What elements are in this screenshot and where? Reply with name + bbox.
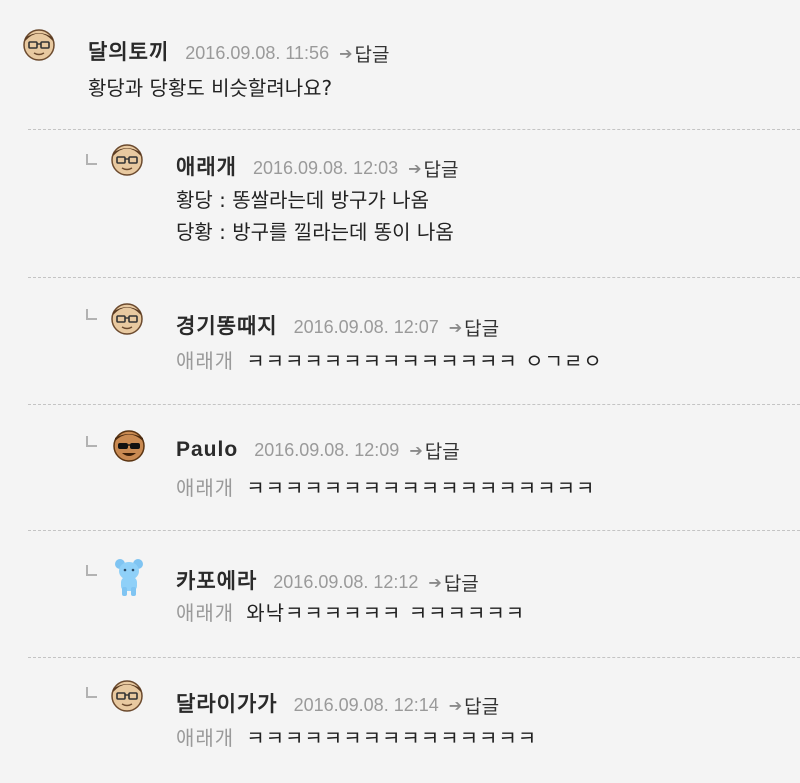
reply-arrow-icon: ➔: [408, 159, 422, 178]
reply-label: 답글: [443, 573, 479, 595]
reply-button[interactable]: ➔ 답글: [409, 437, 459, 464]
mention[interactable]: 애래개: [176, 476, 234, 500]
comment-author[interactable]: 경기똥때지: [176, 310, 278, 340]
reply-button[interactable]: ➔ 답글: [339, 40, 389, 67]
reply-indent-icon: [86, 687, 97, 698]
reply-label: 답글: [423, 159, 459, 181]
comment-author[interactable]: 달의토끼: [88, 36, 169, 66]
glasses-face-icon[interactable]: [110, 302, 144, 336]
reply-arrow-icon: ➔: [409, 441, 423, 460]
comment-header: Paulo 2016.09.08. 12:09 ➔ 답글: [176, 437, 460, 464]
reply-button[interactable]: ➔ 답글: [449, 314, 499, 341]
divider: [28, 404, 800, 405]
reply-arrow-icon: ➔: [339, 44, 353, 63]
comment-timestamp: 2016.09.08. 12:12: [273, 572, 419, 592]
reply-indent-icon: [86, 309, 97, 320]
comment-body: 애래개 ㅋㅋㅋㅋㅋㅋㅋㅋㅋㅋㅋㅋㅋㅋㅋㅋㅋㅋ: [176, 472, 595, 504]
comment-line: 당황 : 방구를 낄라는데 똥이 나옴: [176, 220, 454, 244]
comment-author[interactable]: 달라이가가: [176, 688, 278, 718]
comment-author[interactable]: 카포에라: [176, 565, 257, 595]
glasses-face-icon[interactable]: [110, 679, 144, 713]
comment-text: ㅋㅋㅋㅋㅋㅋㅋㅋㅋㅋㅋㅋㅋㅋㅋㅋㅋㅋ: [246, 476, 596, 500]
comment-text: ㅋㅋㅋㅋㅋㅋㅋㅋㅋㅋㅋㅋㅋㅋㅋ: [246, 726, 538, 750]
comment-body: 애래개 ㅋㅋㅋㅋㅋㅋㅋㅋㅋㅋㅋㅋㅋㅋㅋ: [176, 722, 537, 754]
divider: [28, 129, 800, 130]
comment-body: 애래개 ㅋㅋㅋㅋㅋㅋㅋㅋㅋㅋㅋㅋㅋㅋ ㅇㄱㄹㅇ: [176, 345, 603, 377]
reply-indent-icon: [86, 436, 97, 447]
comment-header: 애래개 2016.09.08. 12:03 ➔ 답글: [176, 151, 458, 182]
reply-indent-icon: [86, 154, 97, 165]
comment-body: 황당 : 똥쌀라는데 방구가 나옴 당황 : 방구를 낄라는데 똥이 나옴: [176, 184, 454, 248]
reply-arrow-icon: ➔: [428, 573, 442, 592]
comment-body: 황당과 당황도 비슷할려나요?: [88, 72, 332, 104]
comment-author[interactable]: Paulo: [176, 438, 238, 462]
divider: [28, 657, 800, 658]
reply-indent-icon: [86, 565, 97, 576]
comment-thread: 달의토끼 2016.09.08. 11:56 ➔ 답글 황당과 당황도 비슷할려나…: [0, 0, 800, 783]
comment-header: 달의토끼 2016.09.08. 11:56 ➔ 답글: [88, 36, 389, 67]
comment-line: 황당 : 똥쌀라는데 방구가 나옴: [176, 188, 429, 212]
divider: [28, 530, 800, 531]
mention[interactable]: 애래개: [176, 349, 234, 373]
comment-timestamp: 2016.09.08. 12:14: [293, 695, 439, 715]
sunglasses-face-icon[interactable]: [112, 429, 146, 463]
mention[interactable]: 애래개: [176, 601, 234, 625]
comment-timestamp: 2016.09.08. 11:56: [185, 43, 330, 63]
glasses-face-icon[interactable]: [110, 143, 144, 177]
blue-bear-icon[interactable]: [114, 557, 144, 597]
comment-text: 와낙ㅋㅋㅋㅋㅋㅋ ㅋㅋㅋㅋㅋㅋ: [246, 601, 526, 625]
comment-author[interactable]: 애래개: [176, 151, 237, 181]
reply-label: 답글: [424, 441, 460, 463]
reply-label: 답글: [464, 318, 500, 340]
comment-body: 애래개 와낙ㅋㅋㅋㅋㅋㅋ ㅋㅋㅋㅋㅋㅋ: [176, 597, 525, 629]
comment-header: 경기똥때지 2016.09.08. 12:07 ➔ 답글: [176, 310, 499, 341]
reply-label: 답글: [354, 44, 390, 66]
reply-label: 답글: [464, 696, 500, 718]
comment-timestamp: 2016.09.08. 12:09: [254, 440, 400, 460]
glasses-face-icon[interactable]: [22, 28, 56, 62]
comment-timestamp: 2016.09.08. 12:03: [252, 158, 399, 178]
comment-text: ㅋㅋㅋㅋㅋㅋㅋㅋㅋㅋㅋㅋㅋㅋ ㅇㄱㄹㅇ: [246, 349, 603, 373]
mention[interactable]: 애래개: [176, 726, 234, 750]
comment-header: 카포에라 2016.09.08. 12:12 ➔ 답글: [176, 565, 479, 596]
comment-timestamp: 2016.09.08. 12:07: [293, 317, 439, 337]
reply-button[interactable]: ➔ 답글: [428, 569, 478, 596]
reply-arrow-icon: ➔: [448, 696, 463, 715]
divider: [28, 277, 800, 278]
reply-button[interactable]: ➔ 답글: [408, 155, 458, 182]
reply-button[interactable]: ➔ 답글: [449, 692, 499, 719]
comment-line: 황당과 당황도 비슷할려나요?: [88, 76, 333, 100]
reply-arrow-icon: ➔: [448, 318, 463, 337]
comment-header: 달라이가가 2016.09.08. 12:14 ➔ 답글: [176, 688, 499, 719]
